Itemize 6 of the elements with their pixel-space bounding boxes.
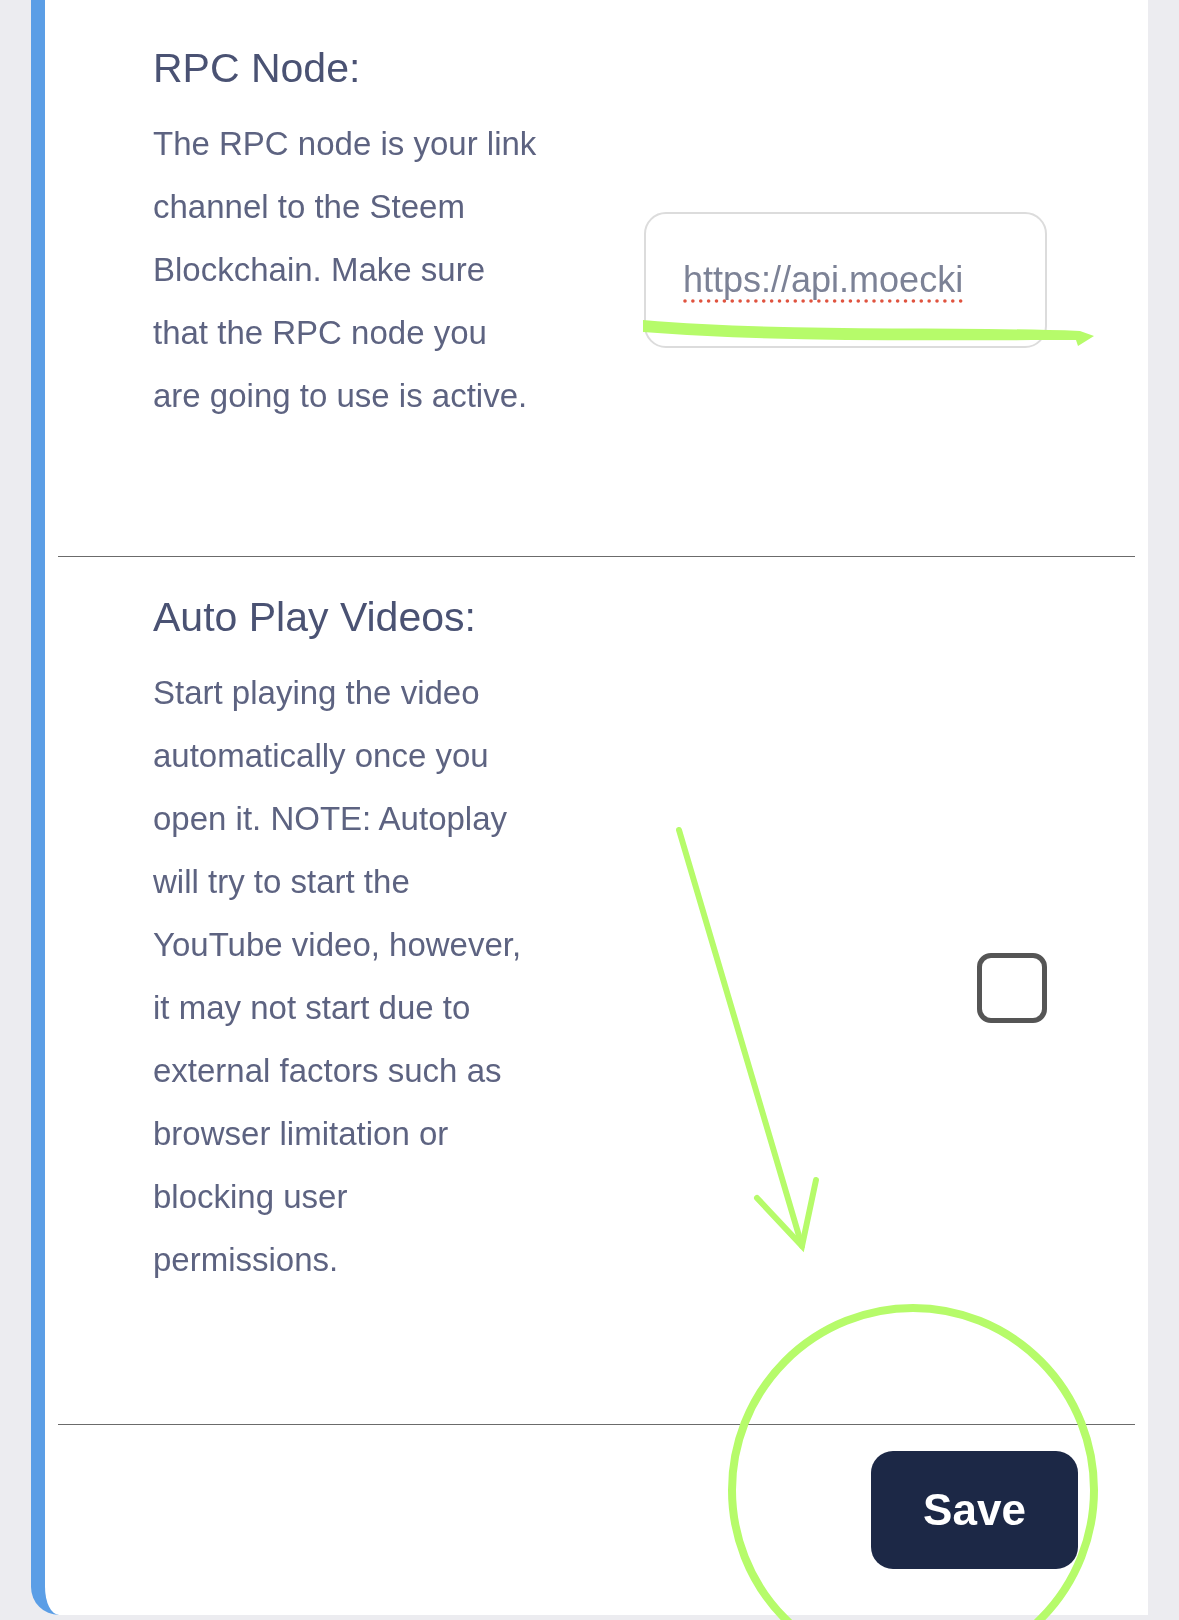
section-title: RPC Node:: [153, 44, 362, 93]
save-button[interactable]: Save: [871, 1451, 1078, 1569]
section-description: The RPC node is your link channel to the Steem Blockchain. Make sure that the RPC node you are going to use is active.: [153, 123, 538, 416]
section-description: Start playing the video automatically once you open it. NOTE: Autoplay will try to start the YouTube video, however, it may not start due to external factors such as browser limitation or blocking user permissions.: [153, 672, 523, 1280]
section-title: Auto Play Videos:: [153, 593, 477, 642]
checkbox[interactable]: [977, 953, 1047, 1023]
